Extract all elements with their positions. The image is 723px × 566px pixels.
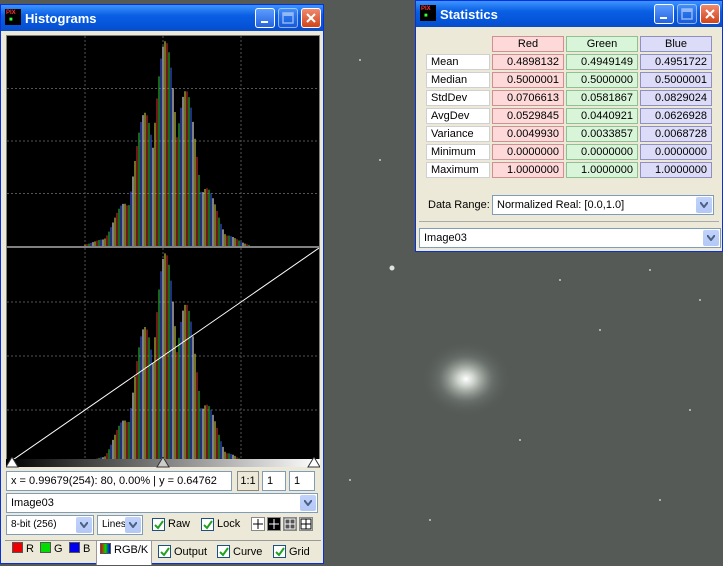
output-label: Output — [174, 546, 208, 558]
statistics-title: Statistics — [440, 7, 498, 22]
data-range-label: Data Range: — [428, 199, 490, 211]
clipping-slider[interactable] — [6, 457, 320, 469]
grid-cursor-light-icon[interactable] — [299, 517, 313, 531]
grid-label: Grid — [289, 546, 310, 558]
zoom-1to1-button[interactable]: 1:1 — [237, 471, 259, 491]
curve-label: Curve — [233, 546, 263, 558]
histogram-main-plot[interactable] — [6, 247, 320, 465]
histograms-title: Histograms — [25, 11, 97, 26]
output-checkbox[interactable] — [158, 545, 171, 558]
tab-r[interactable]: R — [12, 542, 34, 562]
histogram-image-select[interactable]: Image03 — [6, 493, 318, 513]
maximize-icon[interactable] — [278, 8, 298, 28]
histogram-preview-plot[interactable] — [6, 35, 320, 247]
pixinsight-logo-icon: PIX ■ — [5, 9, 21, 25]
crosshair-cursor-icon[interactable] — [251, 517, 265, 531]
pixinsight-logo-icon: PIX ■ — [420, 5, 436, 21]
close-icon[interactable] — [301, 8, 321, 28]
chevron-down-icon — [76, 517, 92, 533]
raw-label: Raw — [168, 518, 191, 530]
zoom-x-field[interactable]: 1 — [262, 471, 286, 491]
data-range-select[interactable]: Normalized Real: [0.0,1.0] — [492, 195, 714, 215]
close-icon[interactable] — [700, 4, 720, 24]
tab-rgbk[interactable]: RGB/K — [96, 540, 153, 565]
col-header-red: Red — [492, 36, 564, 52]
coords-readout: x = 0.99679(254): 80, 0.00% | y = 0.6476… — [6, 471, 232, 491]
draw-mode-select[interactable]: Lines — [97, 515, 143, 535]
chevron-down-icon — [703, 230, 719, 246]
statistics-window: PIX ■ Statistics Red Green Blue Mean 0.4… — [415, 0, 723, 252]
statistics-table: Red Green Blue Mean 0.4898132 0.4949149 … — [424, 34, 714, 180]
histograms-window: PIX ■ Histograms x = 0.99679(254): 80, 0… — [0, 4, 324, 564]
table-row: Median 0.5000001 0.5000000 0.5000001 — [426, 72, 712, 88]
maximize-icon[interactable] — [677, 4, 697, 24]
histograms-titlebar[interactable]: PIX ■ Histograms — [1, 5, 323, 31]
col-header-blue: Blue — [640, 36, 712, 52]
raw-checkbox[interactable] — [152, 518, 165, 531]
chevron-down-icon — [300, 495, 316, 511]
statistics-titlebar[interactable]: PIX ■ Statistics — [416, 1, 722, 27]
grid-checkbox[interactable] — [273, 545, 286, 558]
tab-g[interactable]: G — [40, 542, 63, 562]
statistics-image-select[interactable]: Image03 — [419, 228, 721, 248]
minimize-icon[interactable] — [255, 8, 275, 28]
table-row: Minimum 0.0000000 0.0000000 0.0000000 — [426, 144, 712, 160]
chevron-down-icon — [125, 517, 141, 533]
bit-depth-select[interactable]: 8-bit (256) — [6, 515, 94, 535]
galaxy — [421, 341, 511, 417]
tab-b[interactable]: B — [69, 542, 90, 562]
lock-label: Lock — [217, 518, 241, 530]
zoom-y-field[interactable]: 1 — [289, 471, 315, 491]
crosshair-cursor-dark-icon[interactable] — [267, 517, 281, 531]
minimize-icon[interactable] — [654, 4, 674, 24]
table-row: StdDev 0.0706613 0.0581867 0.0829024 — [426, 90, 712, 106]
divider — [419, 221, 719, 222]
table-row: AvgDev 0.0529845 0.0440921 0.0626928 — [426, 108, 712, 124]
chevron-down-icon — [696, 197, 712, 213]
curve-checkbox[interactable] — [217, 545, 230, 558]
col-header-green: Green — [566, 36, 638, 52]
lock-checkbox[interactable] — [201, 518, 214, 531]
table-row: Mean 0.4898132 0.4949149 0.4951722 — [426, 54, 712, 70]
table-row: Maximum 1.0000000 1.0000000 1.0000000 — [426, 162, 712, 178]
table-row: Variance 0.0049930 0.0033857 0.0068728 — [426, 126, 712, 142]
grid-cursor-icon[interactable] — [283, 517, 297, 531]
